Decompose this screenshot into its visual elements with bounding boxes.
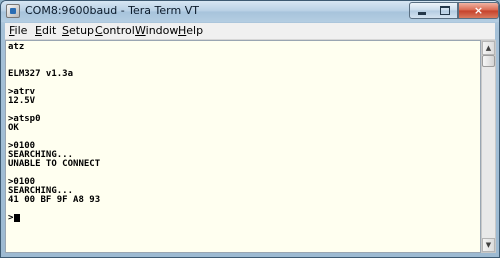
menu-window[interactable]: Window xyxy=(135,24,178,37)
window-title: COM8:9600baud - Tera Term VT xyxy=(25,4,199,17)
minimize-button[interactable] xyxy=(409,2,434,19)
terminal-line: OK xyxy=(8,123,19,133)
menu-bar: File Edit Setup Control Window Help xyxy=(5,23,495,40)
menu-setup[interactable]: Setup xyxy=(62,24,94,37)
scroll-down-arrow-icon[interactable]: ▼ xyxy=(482,238,495,252)
maximize-icon xyxy=(440,6,450,15)
minimize-icon xyxy=(417,12,426,15)
terminal-line: 41 00 BF 9F A8 93 xyxy=(8,195,101,205)
terminal-line: atz xyxy=(8,42,25,52)
text-cursor xyxy=(14,214,20,222)
title-bar[interactable]: COM8:9600baud - Tera Term VT × xyxy=(1,1,499,22)
scroll-up-arrow-icon[interactable]: ▲ xyxy=(482,41,495,55)
menu-file[interactable]: File xyxy=(9,24,27,37)
maximize-button[interactable] xyxy=(433,2,458,19)
terminal-screen[interactable]: atz ELM327 v1.3a >atrv 12.5V >atsp0 OK >… xyxy=(5,40,481,253)
menu-control[interactable]: Control xyxy=(95,24,135,37)
terminal-line: 12.5V xyxy=(8,96,36,106)
terminal-line: UNABLE TO CONNECT xyxy=(8,159,101,169)
vertical-scrollbar[interactable]: ▲ ▼ xyxy=(481,40,496,253)
terminal-line: ELM327 v1.3a xyxy=(8,69,74,79)
close-icon: × xyxy=(473,4,484,17)
close-button[interactable]: × xyxy=(458,2,499,19)
terminal-prompt: > xyxy=(8,213,14,223)
menu-help[interactable]: Help xyxy=(178,24,203,37)
tera-term-window: COM8:9600baud - Tera Term VT × File Edit… xyxy=(0,0,500,258)
scrollbar-thumb[interactable] xyxy=(482,55,495,67)
menu-edit[interactable]: Edit xyxy=(35,24,56,37)
app-icon[interactable] xyxy=(6,4,20,18)
